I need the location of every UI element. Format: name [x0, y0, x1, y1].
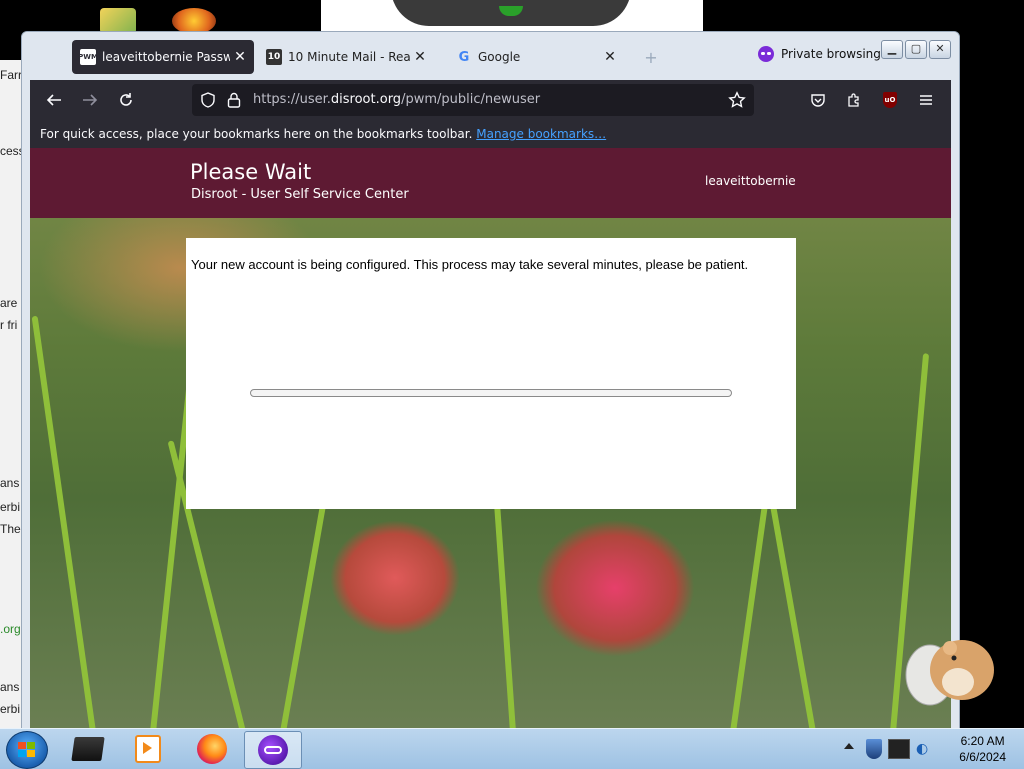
close-icon[interactable]: ✕ — [600, 49, 620, 65]
minimize-button[interactable]: ▁ — [881, 40, 903, 59]
tab-10-minute-mail[interactable]: 10 10 Minute Mail - Read M ✕ — [258, 40, 434, 74]
bookmark-star-icon[interactable] — [728, 91, 746, 109]
windows-logo-icon — [18, 742, 35, 757]
bg-text-fragment: erbi — [0, 702, 21, 716]
bookmarks-hint: For quick access, place your bookmarks h… — [40, 127, 606, 141]
tab-label: leaveittobernie Password — [102, 50, 230, 64]
url-prefix: https://user. — [253, 92, 331, 107]
bg-text-fragment: ans — [0, 680, 20, 694]
extensions-button[interactable] — [842, 88, 866, 112]
menu-button[interactable] — [914, 88, 938, 112]
mask-glyph — [264, 746, 282, 754]
clock-date: 6/6/2024 — [959, 750, 1006, 764]
system-tray: ◐ 6:20 AM 6/6/2024 — [840, 729, 1024, 769]
tracking-protection-shield-icon[interactable] — [200, 92, 216, 108]
address-bar[interactable]: https://user.disroot.org/pwm/public/newu… — [192, 84, 754, 116]
pwm-icon: PWM — [78, 49, 98, 65]
desktop-pet-hamster[interactable] — [900, 620, 1000, 710]
close-icon[interactable]: ✕ — [230, 49, 250, 65]
show-hidden-icons-arrow[interactable] — [844, 743, 854, 749]
bg-text-fragment: erbi — [0, 500, 21, 514]
background-window — [321, 0, 703, 32]
new-tab-button[interactable]: + — [638, 40, 664, 74]
ten-minute-mail-icon: 10 — [266, 49, 282, 65]
google-icon: G — [458, 49, 470, 65]
security-shield-icon[interactable] — [866, 739, 882, 759]
wait-panel: Your new account is being configured. Th… — [186, 238, 796, 509]
taskbar-explorer[interactable] — [60, 731, 116, 767]
reed — [31, 315, 96, 732]
bookmarks-hint-text: For quick access, place your bookmarks h… — [40, 127, 473, 141]
bg-text-fragment: r fri — [0, 318, 18, 332]
bg-text-fragment: Farr — [0, 68, 22, 82]
puzzle-piece-icon — [848, 93, 859, 107]
media-player-icon — [135, 735, 161, 763]
tab-bar: PWM leaveittobernie Password ✕ 10 10 Min… — [22, 32, 959, 80]
taskbar-media-player[interactable] — [120, 731, 176, 767]
bg-text-fragment: ans — [0, 476, 20, 490]
folder-icon — [71, 737, 105, 761]
reed — [491, 472, 516, 732]
reload-button[interactable] — [114, 88, 138, 112]
page-header: Please Wait Disroot - User Self Service … — [30, 148, 951, 218]
volume-icon[interactable]: ◐ — [916, 741, 928, 757]
close-window-button[interactable]: ✕ — [929, 40, 951, 59]
url-path: /pwm/public/newuser — [401, 92, 541, 107]
tab-label: Google — [478, 50, 521, 64]
private-browsing-indicator: Private browsing — [758, 46, 881, 62]
maximize-button[interactable]: ▢ — [905, 40, 927, 59]
bg-text-fragment: .org — [0, 622, 21, 636]
ublock-origin-icon: uO — [883, 92, 897, 108]
window-controls: ▁ ▢ ✕ — [881, 40, 951, 59]
page-title: Please Wait — [190, 160, 312, 184]
taskbar-firefox-private[interactable] — [244, 731, 302, 769]
bg-text-fragment: The — [0, 522, 21, 536]
taskbar: ◐ 6:20 AM 6/6/2024 — [0, 728, 1024, 769]
start-button[interactable] — [6, 731, 48, 769]
bookmarks-toolbar: For quick access, place your bookmarks h… — [30, 120, 951, 148]
ublock-origin-button[interactable]: uO — [878, 88, 902, 112]
back-button[interactable] — [42, 88, 66, 112]
page-viewport: Please Wait Disroot - User Self Service … — [30, 148, 951, 732]
tab-label: 10 Minute Mail - Read M — [288, 50, 410, 64]
firefox-icon — [197, 734, 227, 764]
bg-text-fragment: cess — [0, 144, 22, 158]
clock[interactable]: 6:20 AM 6/6/2024 — [959, 733, 1006, 765]
forward-button[interactable] — [78, 88, 102, 112]
wait-message: Your new account is being configured. Th… — [191, 257, 749, 272]
tab-password[interactable]: PWM leaveittobernie Password ✕ — [72, 40, 254, 74]
username-label: leaveittobernie — [705, 174, 796, 188]
private-mask-icon — [758, 46, 774, 62]
page-subtitle: Disroot - User Self Service Center — [191, 187, 409, 202]
tab-google[interactable]: G Google ✕ — [448, 40, 624, 74]
progress-bar — [250, 389, 732, 397]
taskbar-firefox[interactable] — [184, 731, 240, 767]
bg-text-fragment: are — [0, 296, 18, 310]
private-browsing-label: Private browsing — [781, 47, 881, 61]
clock-time: 6:20 AM — [960, 734, 1005, 748]
navigation-toolbar: https://user.disroot.org/pwm/public/newu… — [30, 80, 951, 120]
reload-icon — [120, 93, 132, 106]
pocket-button[interactable] — [806, 88, 830, 112]
network-icon[interactable] — [888, 739, 910, 759]
back-arrow-icon — [46, 94, 61, 106]
private-browsing-icon — [258, 735, 288, 765]
url-text[interactable]: https://user.disroot.org/pwm/public/newu… — [253, 92, 540, 107]
browser-window: PWM leaveittobernie Password ✕ 10 10 Min… — [21, 31, 960, 733]
forward-arrow-icon — [83, 94, 98, 106]
pocket-icon — [811, 94, 825, 107]
lock-icon[interactable] — [227, 92, 241, 108]
close-icon[interactable]: ✕ — [410, 49, 430, 65]
url-domain: disroot.org — [330, 92, 402, 107]
manage-bookmarks-link[interactable]: Manage bookmarks… — [476, 127, 606, 141]
background-window-left: Farr cess are r fri ans erbi The .org an… — [0, 60, 22, 730]
hamburger-menu-icon — [920, 95, 932, 105]
play-icon — [143, 742, 152, 754]
